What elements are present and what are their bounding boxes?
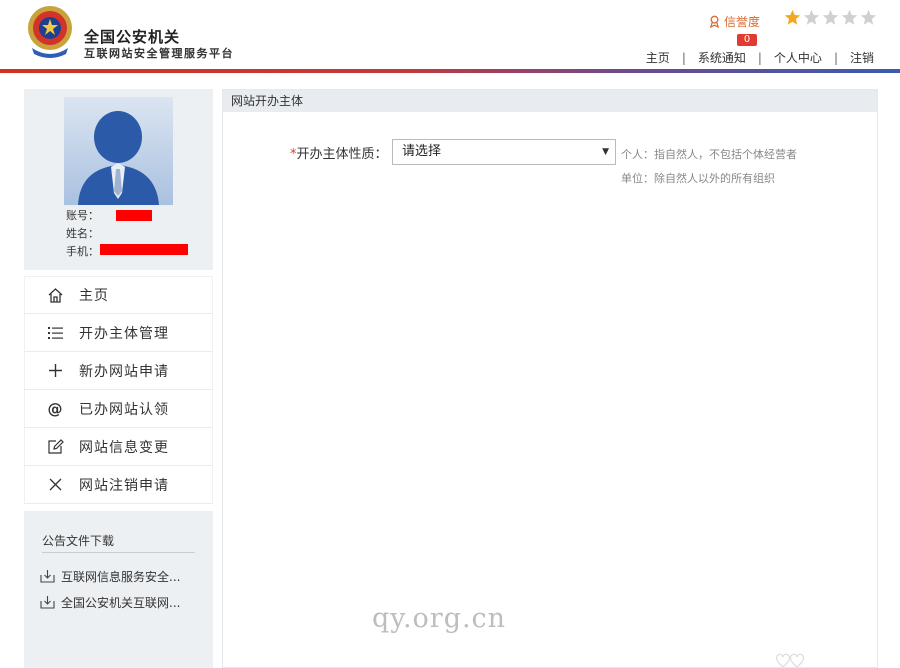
header-divider-stripe: [0, 69, 900, 73]
avatar: [64, 97, 173, 205]
nav-home-link[interactable]: 主页: [646, 49, 670, 66]
main-panel: 网站开办主体: [222, 89, 878, 668]
star-empty-icon: [803, 9, 820, 25]
nav-separator: |: [833, 50, 838, 65]
at-icon: @: [47, 399, 63, 418]
plus-icon: [45, 361, 65, 381]
list-icon: [45, 323, 65, 343]
sidebar-item-label: 新办网站申请: [79, 363, 169, 380]
star-filled-icon: [784, 9, 801, 25]
profile-card: 账号： 姓名： 手机：: [24, 89, 213, 270]
rating-stars: [784, 9, 877, 26]
download-icon: [40, 570, 55, 583]
name-label: 姓名：: [66, 227, 99, 240]
download-link[interactable]: 互联网信息服务安全...: [40, 568, 180, 585]
sidebar-item-home[interactable]: 主页: [24, 276, 213, 314]
sidebar-item-label: 主页: [79, 288, 109, 304]
top-nav: 主页 | 系统通知 | 个人中心 | 注销: [646, 49, 874, 66]
download-link[interactable]: 全国公安机关互联网...: [40, 594, 180, 611]
nav-notifications-link[interactable]: 系统通知: [698, 49, 746, 66]
redaction-bar: [100, 244, 188, 255]
hint-individual: 个人：指自然人，不包括个体经营者: [621, 148, 797, 161]
panel-title: 网站开办主体: [223, 90, 877, 112]
sidebar-item-entity-management[interactable]: 开办主体管理: [24, 314, 213, 352]
download-link-label: 全国公安机关互联网...: [61, 596, 181, 610]
sidebar-item-label: 开办主体管理: [79, 325, 169, 342]
select-value: 请选择: [402, 144, 442, 159]
hint-organization: 单位：除自然人以外的所有组织: [621, 172, 775, 185]
watermark: qy.org.cn: [372, 603, 507, 634]
account-label: 账号：: [66, 209, 99, 222]
header: 全国公安机关 互联网站安全管理服务平台 信誉度 0 主页 | 系统通知 | 个人…: [0, 0, 900, 73]
chevron-down-icon: ▼: [602, 147, 609, 157]
nav-logout-link[interactable]: 注销: [850, 49, 874, 66]
nav-profile-link[interactable]: 个人中心: [774, 49, 822, 66]
credit-label: 信誉度: [724, 15, 761, 29]
divider: [42, 552, 195, 553]
entity-type-label-text: 开办主体性质：: [296, 147, 388, 162]
police-emblem-icon: [28, 6, 72, 58]
hearts-decoration-icon: [775, 653, 805, 668]
sidebar-item-new-site[interactable]: 新办网站申请: [24, 352, 213, 390]
downloads-panel: 公告文件下载 互联网信息服务安全... 全国公安机关互联网...: [24, 511, 213, 668]
downloads-title: 公告文件下载: [42, 534, 115, 548]
redaction-bar: [116, 210, 152, 221]
star-empty-icon: [841, 9, 858, 25]
entity-type-label: *开办主体性质：: [290, 143, 388, 162]
download-icon: [40, 596, 55, 609]
sidebar-item-label: 网站注销申请: [79, 477, 169, 494]
star-empty-icon: [822, 9, 839, 25]
sidebar-item-claim-site[interactable]: @ 已办网站认领: [24, 390, 213, 428]
sidebar-menu: 主页 开办主体管理 新办网站申请 @ 已办网站认领 网站信息变更 网站注销申请: [24, 276, 213, 504]
close-icon: [45, 475, 65, 495]
edit-icon: [45, 437, 65, 457]
notification-badge: 0: [737, 34, 757, 46]
sidebar-item-site-change[interactable]: 网站信息变更: [24, 428, 213, 466]
brand-title: 全国公安机关: [84, 28, 181, 46]
brand-subtitle: 互联网站安全管理服务平台: [84, 47, 234, 60]
entity-type-select[interactable]: 请选择 ▼: [392, 139, 616, 165]
credit-rating-link[interactable]: 信誉度: [708, 13, 760, 30]
download-link-label: 互联网信息服务安全...: [61, 570, 181, 584]
home-icon: [45, 285, 65, 305]
star-empty-icon: [860, 9, 877, 25]
phone-label: 手机：: [66, 245, 99, 258]
nav-separator: |: [757, 50, 762, 65]
medal-icon: [709, 15, 720, 28]
sidebar-item-label: 已办网站认领: [79, 401, 169, 418]
user-silhouette-icon: [64, 97, 173, 205]
sidebar-item-label: 网站信息变更: [79, 439, 169, 456]
sidebar-item-site-cancel[interactable]: 网站注销申请: [24, 466, 213, 504]
nav-separator: |: [681, 50, 686, 65]
